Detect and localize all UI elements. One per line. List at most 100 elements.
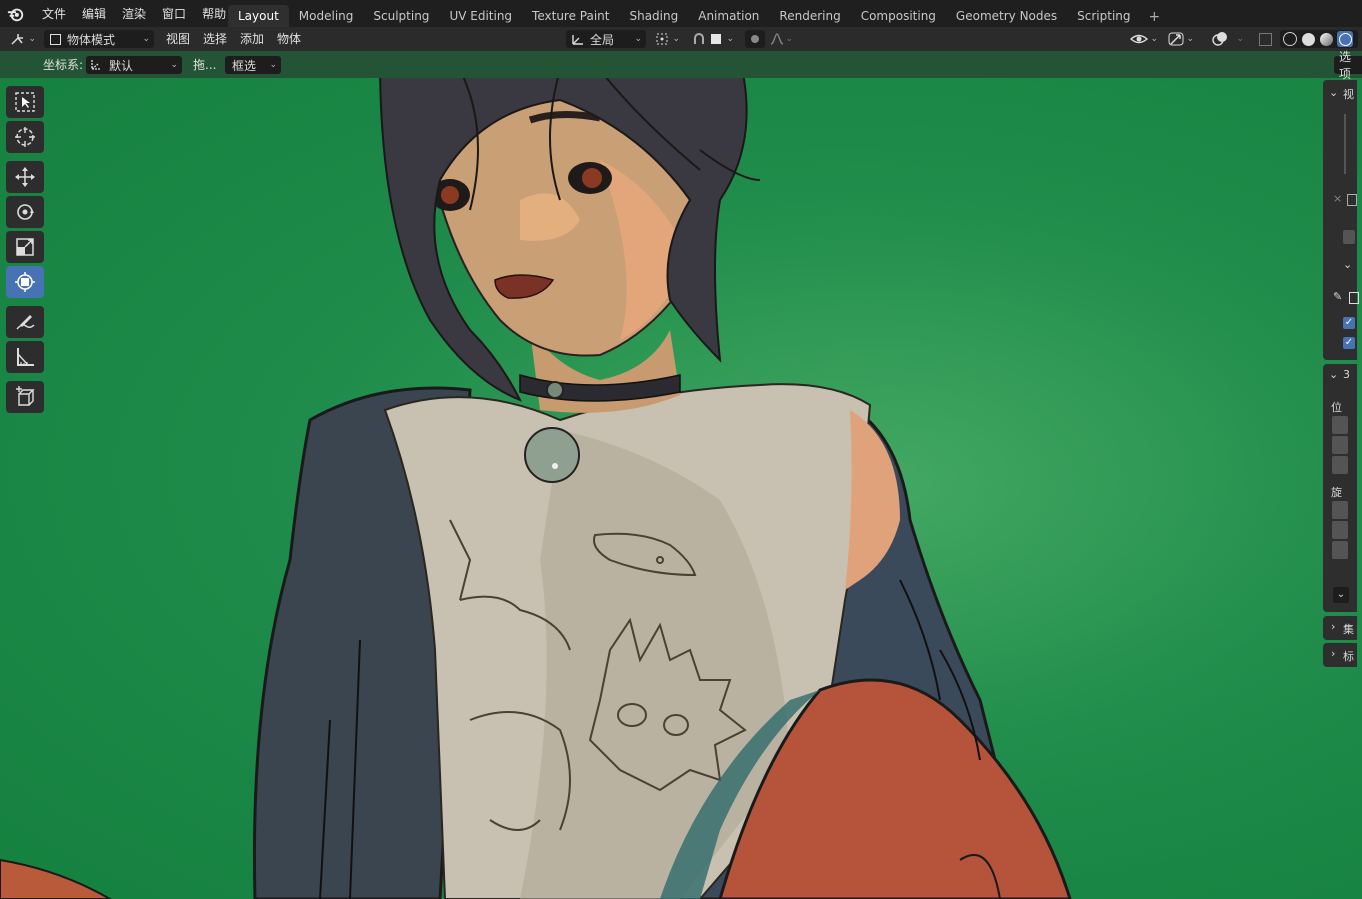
gizmo-button[interactable]: ⌄ [1166,30,1198,48]
drag-label: 拖... [193,58,217,72]
view-lock-icon[interactable] [1349,292,1359,304]
menu-object[interactable]: 物体 [277,30,301,48]
chevron-down-icon: ⌄ [634,34,642,44]
chevron-right-icon: › [1331,620,1336,633]
chevron-down-icon: ⌄ [1236,34,1244,44]
menu-file[interactable]: 文件 [34,5,74,22]
editor-type-button[interactable]: ⌄ [6,30,40,48]
snap-target-icon [711,34,721,44]
coord-system-dropdown[interactable]: 默认 ⌄ [86,56,182,74]
3d-viewport[interactable] [0,78,1362,899]
mode-dropdown[interactable]: 物体模式 ⌄ [44,30,154,48]
menu-render[interactable]: 渲染 [114,5,154,22]
tab-texture-paint[interactable]: Texture Paint [522,5,619,27]
xray-button[interactable] [1256,30,1274,48]
main-menu: 文件 编辑 渲染 窗口 帮助 [34,0,234,27]
tab-rendering[interactable]: Rendering [769,5,850,27]
sidebar-collection-panel[interactable]: › 集 [1323,616,1357,640]
snap-button[interactable]: ⌄ [688,30,738,48]
tab-sculpting[interactable]: Sculpting [363,5,439,27]
tool-measure[interactable] [6,341,44,373]
lock-icon[interactable] [1347,194,1357,206]
rotate-icon [17,204,34,220]
location-y-field[interactable] [1332,436,1348,454]
value-field[interactable] [1343,230,1355,244]
tool-transform[interactable] [6,266,44,298]
rotation-y-field[interactable] [1332,521,1348,539]
tab-animation[interactable]: Animation [688,5,769,27]
sidebar-view-tab[interactable]: 视 [1343,86,1354,102]
sidebar-view-panel: ⌄ 视 × ⌄ ✎ ✓ ✓ [1323,80,1359,360]
tool-select-box[interactable] [6,86,44,118]
tab-layout[interactable]: Layout [228,5,289,27]
tool-cursor[interactable] [6,121,44,153]
tab-geometry-nodes[interactable]: Geometry Nodes [946,5,1067,27]
chevron-down-icon: ⌄ [269,60,277,70]
pivot-point-button[interactable]: ⌄ [652,30,684,48]
tool-annotate[interactable] [6,306,44,338]
pivot-icon [656,33,668,45]
sidebar-annotation-panel[interactable]: › 标 [1323,643,1357,667]
chevron-down-icon: ⌄ [726,34,734,44]
orientation-label: 全局 [590,32,615,47]
chevron-down-icon[interactable]: ⌄ [1329,86,1338,99]
add-workspace-button[interactable]: + [1141,7,1169,27]
tool-settings-header: 坐标系: 默认 ⌄ 拖... 框选 ⌄ 选项 [0,50,1362,81]
tool-add-cube[interactable] [6,381,44,413]
rotation-label: 旋 [1331,486,1342,499]
rotation-x-field[interactable] [1332,501,1348,519]
overlay-icon [1212,32,1227,46]
chevron-down-icon[interactable]: ⌄ [1343,258,1352,271]
tool-move[interactable] [6,161,44,193]
menu-add[interactable]: 添加 [240,30,264,48]
blender-logo-icon[interactable] [7,5,25,23]
annotate-icon [16,315,35,330]
add-cube-icon [16,386,35,406]
tab-uv-editing[interactable]: UV Editing [439,5,522,27]
viewport-header: ⌄ 物体模式 ⌄ 视图 选择 添加 物体 全局 ⌄ ⌄ ⌄ ⌄ ⌄ ⌄ ⌄ [0,27,1362,51]
wireframe-shading-icon[interactable] [1283,32,1297,46]
chevron-down-icon: ⌄ [170,60,178,70]
close-icon[interactable]: × [1333,192,1342,205]
transform-orientation-dropdown[interactable]: 全局 ⌄ [566,30,646,48]
solid-shading-icon[interactable] [1302,32,1315,46]
rotation-z-field[interactable] [1332,541,1348,559]
workspace-tabs: Layout Modeling Sculpting UV Editing Tex… [228,4,1168,27]
shading-modes [1280,30,1358,48]
chevron-down-icon: ⌄ [672,34,680,44]
menu-view[interactable]: 视图 [166,30,190,48]
sidebar-transform-tab[interactable]: 3 [1343,368,1350,381]
overlays-button[interactable]: ⌄ [1208,30,1248,48]
tool-rotate[interactable] [6,196,44,228]
measure-icon [17,348,34,366]
tool-scale[interactable] [6,231,44,263]
menu-edit[interactable]: 编辑 [74,5,114,22]
material-shading-icon[interactable] [1320,32,1333,46]
location-x-field[interactable] [1332,416,1348,434]
scale-icon [16,238,34,256]
menu-window[interactable]: 窗口 [154,5,194,22]
proportional-edit-button[interactable] [745,30,765,48]
options-button[interactable]: 选项 [1334,50,1362,81]
menu-select[interactable]: 选择 [203,30,227,48]
slider-track [1344,114,1346,174]
tab-scripting[interactable]: Scripting [1067,5,1140,27]
sidebar-collection-tab: 集 [1343,623,1354,636]
tab-modeling[interactable]: Modeling [289,5,364,27]
falloff-icon [770,33,784,45]
location-label: 位 [1331,401,1342,414]
checkbox-1[interactable]: ✓ [1343,317,1355,329]
rendered-shading-icon[interactable] [1337,31,1353,47]
visibility-button[interactable]: ⌄ [1128,30,1162,48]
tab-compositing[interactable]: Compositing [851,5,946,27]
tab-shading[interactable]: Shading [619,5,688,27]
expand-down-icon[interactable]: ⌄ [1333,587,1349,603]
location-z-field[interactable] [1332,456,1348,474]
xray-icon [1259,32,1272,46]
falloff-button[interactable]: ⌄ [767,30,797,48]
eyedropper-icon[interactable]: ✎ [1333,290,1342,303]
checkbox-2[interactable]: ✓ [1343,337,1355,349]
select-mode-dropdown[interactable]: 框选 ⌄ [225,56,281,74]
chevron-down-icon[interactable]: ⌄ [1329,368,1338,381]
move-icon [15,167,35,187]
